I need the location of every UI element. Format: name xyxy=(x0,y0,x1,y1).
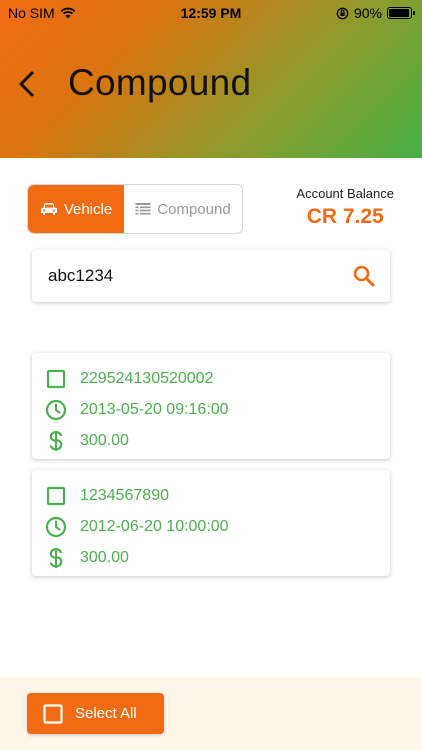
record-datetime-row: 2013-05-20 09:16:00 xyxy=(44,394,378,425)
record-amount: 300.00 xyxy=(80,548,129,566)
record-number-row: 1234567890 xyxy=(44,480,378,511)
checkbox[interactable] xyxy=(44,484,68,508)
tab-vehicle[interactable]: Vehicle xyxy=(28,185,124,233)
page-title: Compound xyxy=(68,62,252,103)
checkbox-icon xyxy=(43,703,63,724)
account-balance-value: CR 7.25 xyxy=(306,205,384,228)
dollar-icon xyxy=(44,546,68,570)
status-right: 90% xyxy=(336,5,415,21)
record-number-row: 229524130520002 xyxy=(44,363,378,394)
car-icon xyxy=(40,202,57,215)
record-datetime-row: 2012-06-20 10:00:00 xyxy=(44,511,378,542)
record-number: 229524130520002 xyxy=(80,369,214,387)
select-all-label: Select All xyxy=(75,705,137,722)
account-balance: Account Balance CR 7.25 xyxy=(296,186,394,229)
record-amount-row: 300.00 xyxy=(44,425,378,456)
account-balance-label: Account Balance xyxy=(296,186,394,201)
back-button[interactable] xyxy=(10,64,44,104)
list-icon xyxy=(135,203,151,215)
record-amount: 300.00 xyxy=(80,431,129,449)
clock-icon xyxy=(44,515,68,539)
app-header: No SIM 12:59 PM 90% Compound xyxy=(0,0,422,158)
tab-compound[interactable]: Compound xyxy=(124,185,242,233)
checkbox-icon xyxy=(46,369,66,388)
record-number: 1234567890 xyxy=(80,486,169,504)
record-amount-row: 300.00 xyxy=(44,542,378,573)
record-card[interactable]: 1234567890 2012-06-20 10:00:00 300.00 xyxy=(32,470,390,576)
chevron-left-icon xyxy=(19,71,34,97)
tab-vehicle-label: Vehicle xyxy=(63,200,113,218)
record-card[interactable]: 229524130520002 2013-05-20 09:16:00 300.… xyxy=(32,353,390,459)
clock-icon xyxy=(44,398,68,422)
search-box xyxy=(32,250,390,302)
search-input[interactable] xyxy=(48,266,352,286)
search-type-toggle: Vehicle Compound xyxy=(27,184,243,234)
checkbox[interactable] xyxy=(44,367,68,391)
checkbox-icon xyxy=(46,486,66,505)
tab-compound-label: Compound xyxy=(157,200,231,218)
record-datetime: 2013-05-20 09:16:00 xyxy=(80,400,229,418)
select-all-button[interactable]: Select All xyxy=(27,693,164,734)
search-icon[interactable] xyxy=(352,264,376,288)
battery-icon xyxy=(387,7,415,19)
footer-bar: Select All xyxy=(0,677,422,750)
dollar-icon xyxy=(44,429,68,453)
battery-percent: 90% xyxy=(353,5,382,21)
record-datetime: 2012-06-20 10:00:00 xyxy=(80,517,229,535)
status-bar: No SIM 12:59 PM 90% xyxy=(0,0,422,24)
orientation-lock-icon xyxy=(336,7,349,19)
